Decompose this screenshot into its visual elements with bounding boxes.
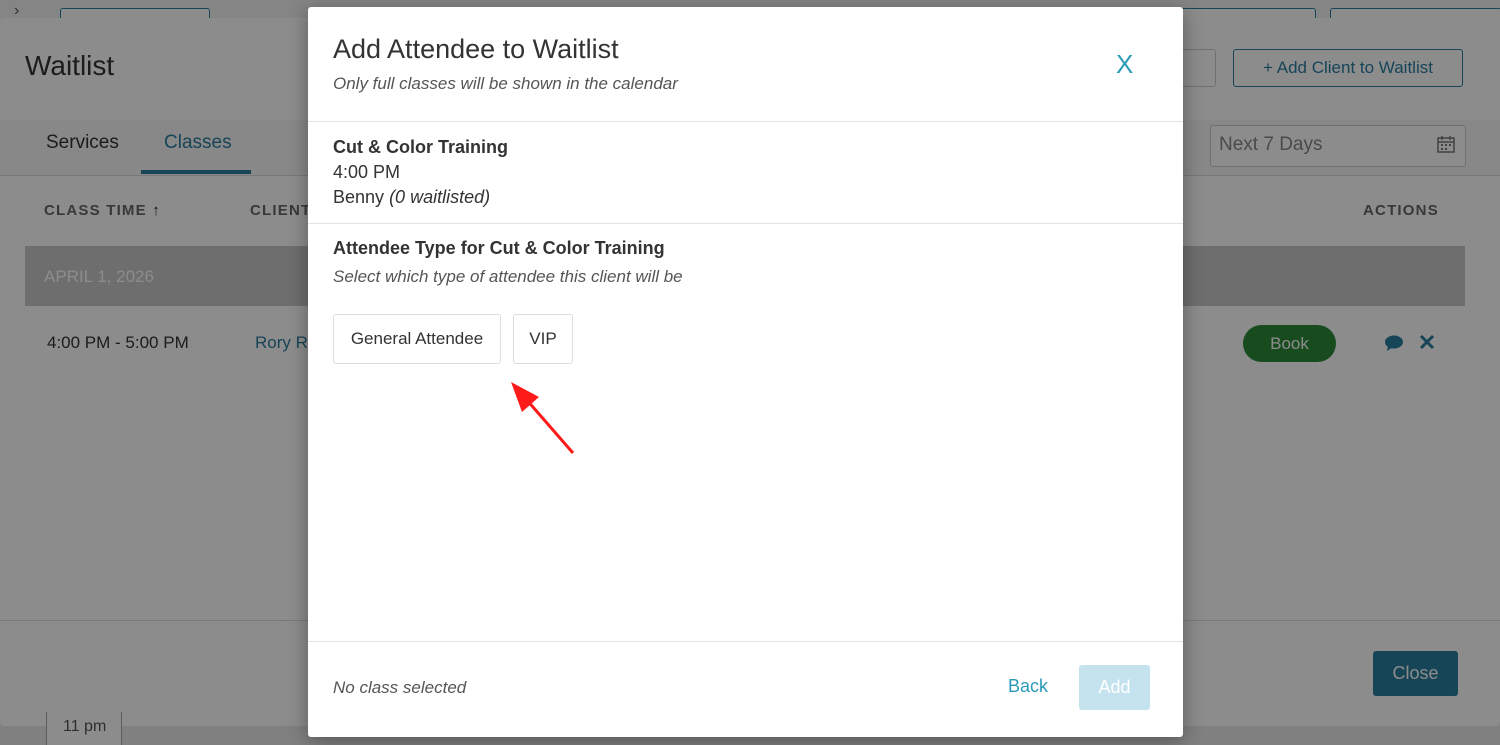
class-time: 4:00 PM bbox=[333, 162, 401, 182]
divider bbox=[308, 223, 1183, 224]
add-attendee-modal: Add Attendee to Waitlist Only full class… bbox=[308, 7, 1183, 737]
class-instructor: Benny (0 waitlisted) bbox=[333, 187, 490, 208]
modal-subtitle: Only full classes will be shown in the c… bbox=[333, 74, 678, 93]
modal-title: Add Attendee to Waitlist bbox=[333, 34, 619, 64]
modal-close-button[interactable]: X bbox=[1116, 49, 1133, 80]
waitlisted-count: (0 waitlisted) bbox=[389, 187, 491, 207]
class-name: Cut & Color Training bbox=[333, 137, 508, 157]
general-attendee-button[interactable]: General Attendee bbox=[333, 314, 501, 364]
selection-status: No class selected bbox=[333, 678, 467, 697]
annotation-arrow-icon bbox=[511, 382, 575, 454]
attendee-type-subtitle: Select which type of attendee this clien… bbox=[333, 267, 683, 286]
divider bbox=[308, 121, 1183, 122]
back-button[interactable]: Back bbox=[1008, 676, 1048, 697]
vip-button[interactable]: VIP bbox=[513, 314, 573, 364]
divider bbox=[308, 641, 1183, 642]
attendee-type-heading: Attendee Type for Cut & Color Training bbox=[333, 238, 665, 258]
add-button[interactable]: Add bbox=[1079, 665, 1150, 710]
instructor-name: Benny bbox=[333, 187, 385, 207]
